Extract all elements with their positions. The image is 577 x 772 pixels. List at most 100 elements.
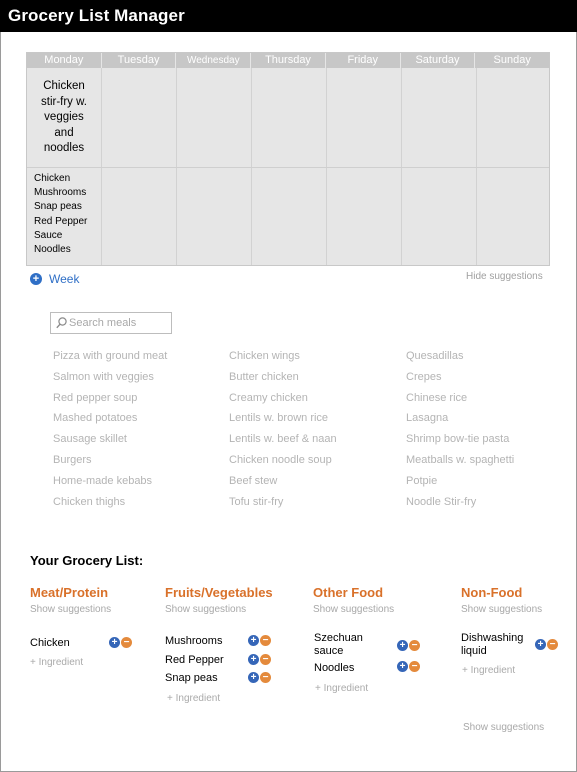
grocery-item: Szechuan sauce [314,632,363,658]
meal-suggestion[interactable]: Salmon with veggies [53,370,167,391]
search-meals-box[interactable] [50,312,172,334]
minus-circle-icon[interactable]: − [260,635,271,646]
monday-meal-slot[interactable]: Chicken stir-fry w. veggies and noodles [27,79,101,157]
grocery-item: Dishwashing liquid [461,632,523,658]
meal-suggestion[interactable]: Butter chicken [229,370,337,391]
meal-suggestion[interactable]: Meatballs w. spaghetti [406,453,514,474]
minus-circle-icon[interactable]: − [409,640,420,651]
meal-suggestion[interactable]: Shrimp bow-tie pasta [406,432,514,453]
search-icon [56,317,67,329]
day-header-monday: Monday [27,53,102,68]
category-heading: Non-Food [461,585,523,600]
show-suggestions-link[interactable]: Show suggestions [313,604,394,615]
grocery-item: Noodles [314,662,355,674]
show-suggestions-link[interactable]: Show suggestions [463,722,544,733]
grocery-item: Mushrooms [165,635,223,647]
show-suggestions-link[interactable]: Show suggestions [165,604,273,615]
meal-suggestion[interactable]: Noodle Stir-fry [406,495,514,516]
meal-suggestion[interactable]: Crepes [406,370,514,391]
day-header-friday: Friday [326,53,401,68]
plus-circle-icon[interactable]: + [248,654,259,665]
meal-suggestion[interactable]: Chicken wings [229,349,337,370]
plus-circle-icon[interactable]: + [248,635,259,646]
add-ingredient-link[interactable]: + Ingredient [315,683,368,694]
category-other-food: Other Food Show suggestions [313,585,394,615]
week-planner: Monday Tuesday Wednesday Thursday Friday… [26,52,550,266]
grocery-item: Chicken [30,637,70,649]
add-ingredient-link[interactable]: + Ingredient [30,657,83,668]
quantity-buttons: + − [109,637,133,648]
category-heading: Meat/Protein [30,585,109,600]
meal-suggestion[interactable]: Lasagna [406,411,514,432]
meal-suggestion[interactable]: Lentils w. beef & naan [229,432,337,453]
category-fruits-vegetables: Fruits/Vegetables Show suggestions [165,585,273,615]
plus-circle-icon[interactable]: + [535,639,546,650]
meal-suggestion[interactable]: Chicken thighs [53,495,167,516]
show-suggestions-link[interactable]: Show suggestions [461,604,542,615]
meal-suggestion[interactable]: Lentils w. brown rice [229,411,337,432]
meal-suggestion[interactable]: Chicken noodle soup [229,453,337,474]
ingredient-item: Noodles [34,244,71,256]
ingredient-item: Snap peas [34,201,82,213]
grocery-item-line: Szechuan [314,632,363,644]
add-ingredient-link[interactable]: + Ingredient [462,665,515,676]
quantity-buttons: + − [248,672,272,683]
grocery-item-line: Dishwashing [461,632,524,644]
grocery-item-line: liquid [461,645,487,657]
ingredient-item: Chicken [34,173,71,184]
week-header: Monday Tuesday Wednesday Thursday Friday… [27,53,549,68]
day-header-sunday: Sunday [493,54,531,66]
meal-suggestion[interactable]: Sausage skillet [53,432,167,453]
ingredient-item: Mushrooms [34,187,87,199]
suggestion-column: Quesadillas Crepes Chinese rice Lasagna … [406,349,514,515]
meal-suggestion[interactable]: Pizza with ground meat [53,349,167,370]
ingredient-item: Red Pepper [34,215,88,227]
grocery-item: Snap peas [165,672,218,684]
meal-suggestion[interactable]: Beef stew [229,474,337,495]
category-heading: Other Food [313,585,384,600]
category-non-food: Non-Food Show suggestions [461,585,542,615]
minus-circle-icon[interactable]: − [121,637,132,648]
meal-name-line: veggies [44,111,84,123]
grid-row-divider [27,167,549,168]
suggestion-column: Pizza with ground meat Salmon with veggi… [53,349,167,515]
meal-suggestion[interactable]: Mashed potatoes [53,411,167,432]
meal-suggestion[interactable]: Creamy chicken [229,391,337,412]
meal-suggestion[interactable]: Chinese rice [406,391,514,412]
meal-suggestion[interactable]: Quesadillas [406,349,514,370]
day-header-tuesday: Tuesday [102,53,177,68]
minus-circle-icon[interactable]: − [409,661,420,672]
meal-name-line: noodles [43,142,85,154]
meal-suggestion[interactable]: Tofu stir-fry [229,495,337,516]
meal-suggestion[interactable]: Potpie [406,474,514,495]
quantity-buttons: + − [248,635,272,646]
meal-suggestion[interactable]: Red pepper soup [53,391,167,412]
plus-circle-icon[interactable]: + [248,672,259,683]
category-heading: Fruits/Vegetables [165,585,273,600]
minus-circle-icon[interactable]: − [547,639,558,650]
plus-circle-icon[interactable]: + [397,661,408,672]
grocery-list-title: Your Grocery List: [30,553,144,568]
meal-suggestion[interactable]: Home-made kebabs [53,474,167,495]
ingredient-item: Sauce [34,229,63,241]
title-bar: Grocery List Manager [0,0,577,32]
hide-suggestions-link[interactable]: Hide suggestions [466,271,543,282]
search-input[interactable] [69,315,169,331]
minus-circle-icon[interactable]: − [260,654,271,665]
grocery-item-line: sauce [314,645,344,657]
quantity-buttons: + − [397,661,421,672]
suggestion-column: Chicken wings Butter chicken Creamy chic… [229,349,337,515]
plus-circle-icon[interactable]: + [109,637,120,648]
monday-ingredients: Chicken Mushrooms Snap peas Red Pepper S… [34,172,87,257]
show-suggestions-link[interactable]: Show suggestions [30,604,111,615]
add-ingredient-link[interactable]: + Ingredient [167,693,220,704]
add-week-label: Week [49,272,80,286]
meal-name-line: stir-fry w. [41,95,87,108]
minus-circle-icon[interactable]: − [260,672,271,683]
add-week-button[interactable]: + Week [30,272,79,286]
quantity-buttons: + − [397,640,421,651]
quantity-buttons: + − [535,639,559,650]
day-header-saturday: Saturday [401,53,476,68]
meal-suggestion[interactable]: Burgers [53,453,167,474]
plus-circle-icon[interactable]: + [397,640,408,651]
